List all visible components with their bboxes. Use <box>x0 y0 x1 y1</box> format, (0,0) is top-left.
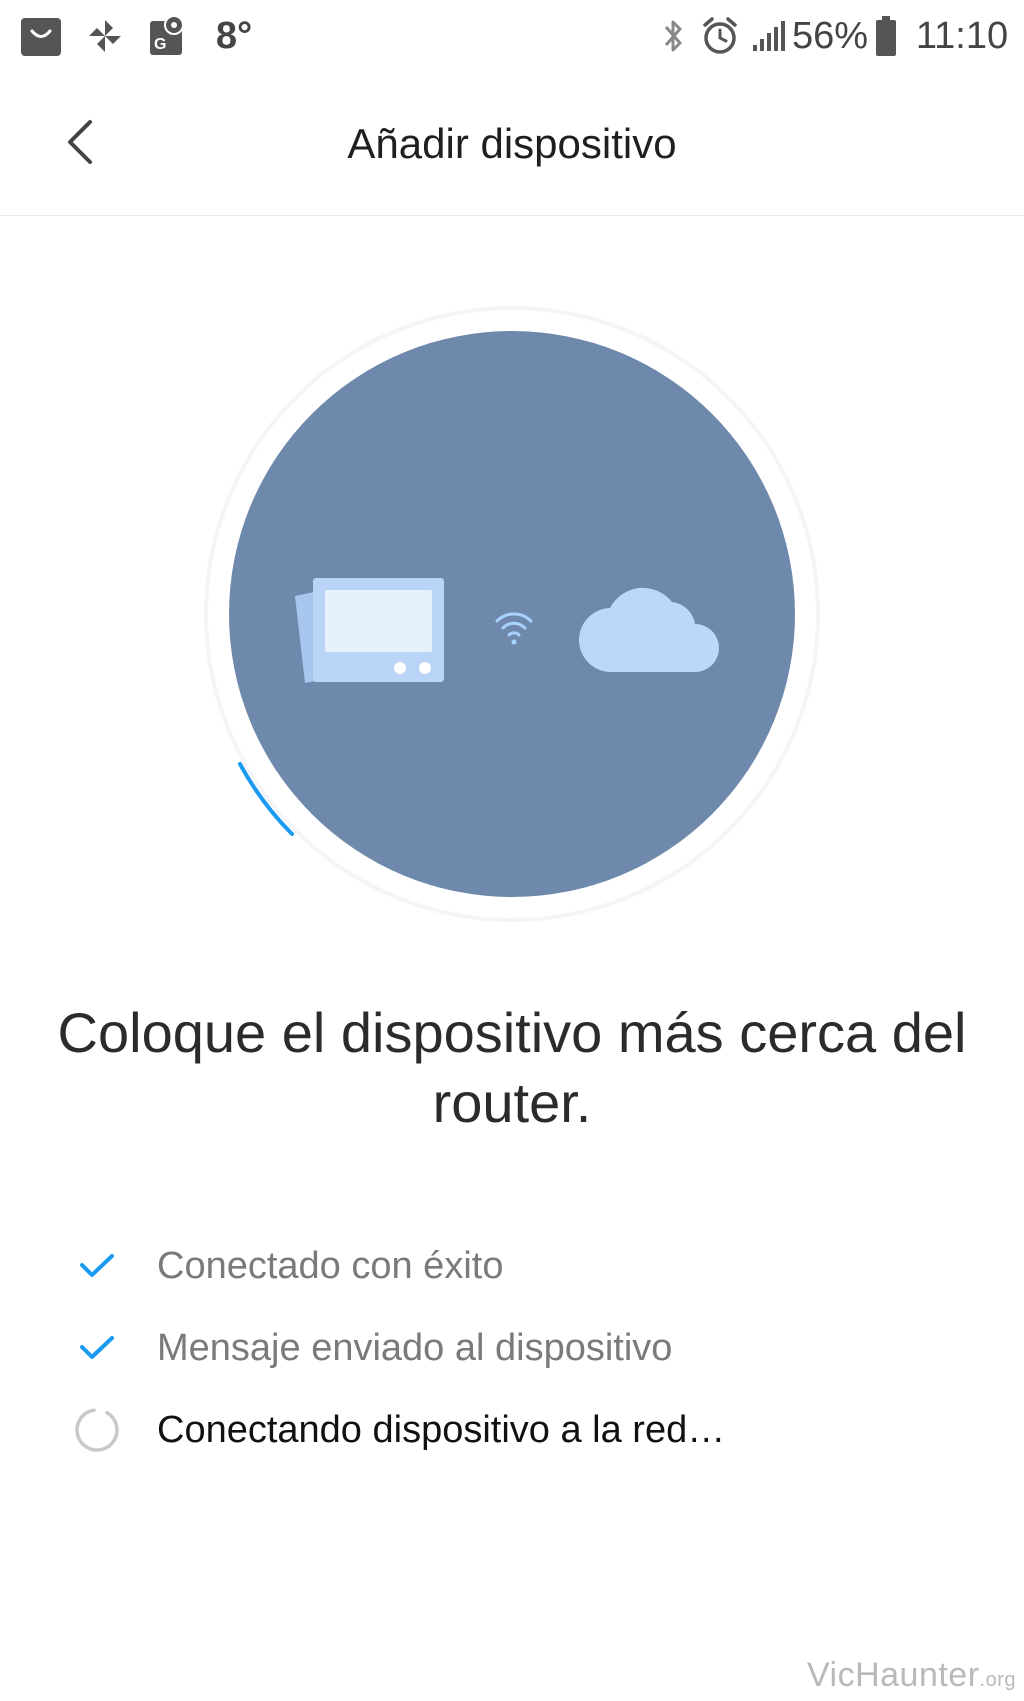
step-item-message-sent: Mensaje enviado al dispositivo <box>0 1307 1024 1389</box>
battery-percent-text: 56% <box>791 15 869 57</box>
bluetooth-icon <box>658 0 688 72</box>
checkmark-icon <box>66 1317 128 1379</box>
status-bar: G 8° 56% 11:10 <box>0 0 1024 72</box>
pinwheel-icon <box>84 0 126 72</box>
checkmark-icon <box>66 1235 128 1297</box>
watermark: VicHaunter.org <box>807 1656 1016 1695</box>
signal-icon <box>750 0 788 72</box>
app-bar: Añadir dispositivo <box>0 72 1024 216</box>
spinner-icon <box>66 1399 128 1461</box>
instruction-headline: Coloque el dispositivo más cerca del rou… <box>57 1001 967 1134</box>
device-icon <box>295 578 444 683</box>
maps-icon: G <box>147 0 187 72</box>
step-label: Conectado con éxito <box>157 1244 504 1287</box>
step-item-connected: Conectado con éxito <box>0 1225 1024 1307</box>
svg-text:G: G <box>154 36 166 53</box>
clock-text: 11:10 <box>915 15 1009 57</box>
watermark-name: VicHaunter <box>806 1656 980 1694</box>
step-label: Mensaje enviado al dispositivo <box>157 1326 673 1369</box>
step-item-connecting: Conectando dispositivo a la red… <box>0 1389 1024 1471</box>
connection-illustration <box>0 216 1024 936</box>
temperature-text: 8° <box>215 15 253 57</box>
alarm-icon <box>700 0 740 72</box>
connection-steps: Conectado con éxito Mensaje enviado al d… <box>0 1225 1024 1471</box>
page-title: Añadir dispositivo <box>347 120 677 167</box>
watermark-tld: .org <box>979 1669 1016 1691</box>
battery-icon <box>873 0 899 72</box>
step-label: Conectando dispositivo a la red… <box>157 1408 726 1451</box>
shopping-bag-icon <box>18 0 64 72</box>
